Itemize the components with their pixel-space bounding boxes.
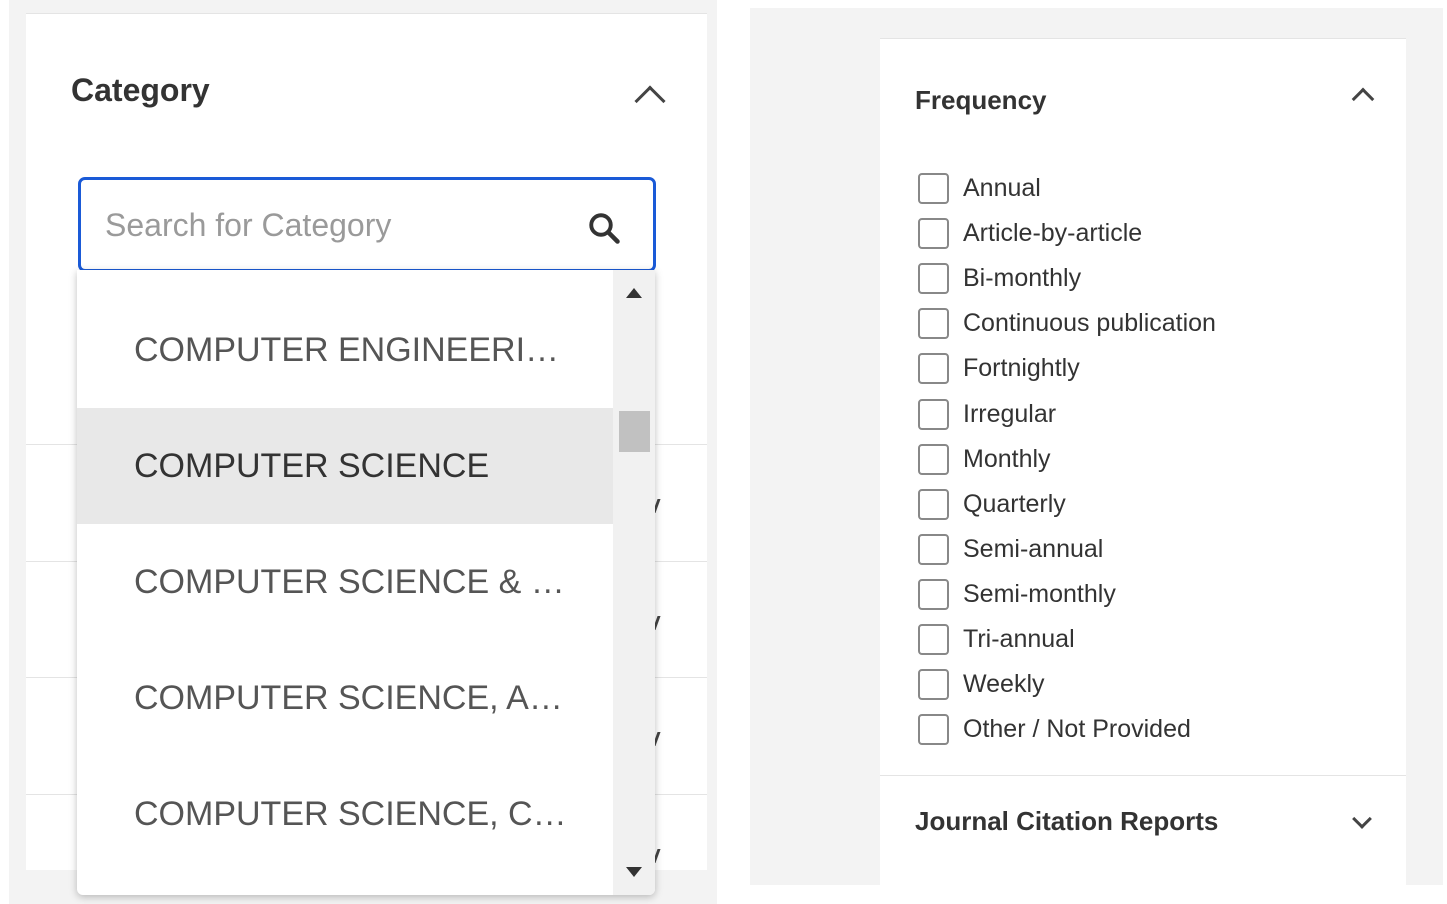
category-option[interactable]: COMPUTER SCIENCE & ENGINEERING bbox=[77, 524, 613, 640]
frequency-option[interactable]: Semi-annual bbox=[918, 527, 1216, 572]
category-option-label: COMPUTER ENGINEERING bbox=[134, 330, 574, 369]
checkbox[interactable] bbox=[918, 623, 949, 655]
frequency-option-label: Article-by-article bbox=[963, 219, 1143, 248]
category-option[interactable]: COMPUTER SCIENCE bbox=[77, 408, 613, 524]
frequency-option-label: Other / Not Provided bbox=[963, 715, 1191, 744]
checkbox[interactable] bbox=[918, 714, 949, 746]
frequency-option[interactable]: Tri-annual bbox=[918, 617, 1216, 662]
section-divider bbox=[880, 775, 1406, 776]
frequency-option-label: Irregular bbox=[963, 399, 1057, 428]
category-option-label: COMPUTER SCIENCE, ARTIFICIAL INTELLIGENC… bbox=[134, 678, 574, 717]
frequency-option[interactable]: Semi-monthly bbox=[918, 572, 1216, 617]
chevron-up-icon[interactable] bbox=[1351, 87, 1375, 111]
scroll-down-arrow-icon[interactable] bbox=[626, 867, 642, 877]
category-option[interactable]: COMPUTER SCIENCE, ARTIFICIAL INTELLIGENC… bbox=[77, 640, 613, 756]
frequency-title: Frequency bbox=[915, 85, 1047, 115]
search-icon[interactable] bbox=[586, 210, 622, 246]
category-option[interactable]: COMPUTER SCIENCE, CYBERNETICS bbox=[77, 756, 613, 872]
frequency-option[interactable]: Monthly bbox=[918, 437, 1216, 482]
category-options-list: COMPUTER ENGINEERING COMPUTER SCIENCE CO… bbox=[77, 292, 613, 872]
checkbox[interactable] bbox=[918, 578, 949, 610]
frequency-option[interactable]: Quarterly bbox=[918, 482, 1216, 527]
chevron-up-icon[interactable] bbox=[634, 85, 666, 117]
checkbox[interactable] bbox=[918, 398, 949, 430]
frequency-option[interactable]: Bi-monthly bbox=[918, 256, 1216, 301]
frequency-option-label: Annual bbox=[963, 174, 1041, 203]
chevron-down-icon[interactable] bbox=[1352, 809, 1372, 829]
frequency-option-label: Semi-annual bbox=[963, 534, 1104, 563]
checkbox[interactable] bbox=[918, 533, 949, 565]
checkbox[interactable] bbox=[918, 218, 949, 250]
category-title: Category bbox=[71, 72, 210, 108]
scrollbar-thumb[interactable] bbox=[619, 411, 650, 452]
frequency-option-label: Fortnightly bbox=[963, 354, 1080, 383]
dropdown-scrollbar[interactable] bbox=[613, 270, 655, 895]
checkbox[interactable] bbox=[918, 353, 949, 385]
category-search-input[interactable] bbox=[105, 202, 565, 248]
frequency-option[interactable]: Continuous publication bbox=[918, 301, 1216, 346]
checkbox[interactable] bbox=[918, 263, 949, 295]
category-option[interactable]: COMPUTER ENGINEERING bbox=[77, 292, 613, 408]
category-option-label: COMPUTER SCIENCE bbox=[134, 446, 490, 485]
frequency-filter-panel: Frequency Annual Article-by-article Bi-m… bbox=[750, 8, 1443, 885]
frequency-option[interactable]: Annual bbox=[918, 166, 1216, 211]
category-dropdown: COMPUTER ENGINEERING COMPUTER SCIENCE CO… bbox=[77, 270, 655, 895]
frequency-option-label: Tri-annual bbox=[963, 624, 1075, 653]
frequency-option[interactable]: Other / Not Provided bbox=[918, 707, 1216, 752]
category-option-label: COMPUTER SCIENCE & ENGINEERING bbox=[134, 562, 574, 601]
checkbox[interactable] bbox=[918, 173, 949, 205]
checkbox[interactable] bbox=[918, 443, 949, 475]
frequency-filter-card: Frequency Annual Article-by-article Bi-m… bbox=[880, 38, 1406, 885]
category-filter-panel: Category COMPUTER ENGINEERING COMPUTER S… bbox=[9, 0, 717, 904]
frequency-option-label: Semi-monthly bbox=[963, 579, 1116, 608]
frequency-option[interactable]: Irregular bbox=[918, 391, 1216, 436]
frequency-option[interactable]: Weekly bbox=[918, 662, 1216, 707]
frequency-option-label: Bi-monthly bbox=[963, 264, 1082, 293]
frequency-option-label: Weekly bbox=[963, 670, 1045, 699]
frequency-option[interactable]: Fortnightly bbox=[918, 346, 1216, 391]
frequency-option-label: Monthly bbox=[963, 444, 1051, 473]
frequency-option-label: Continuous publication bbox=[963, 309, 1216, 338]
checkbox[interactable] bbox=[918, 308, 949, 340]
scroll-up-arrow-icon[interactable] bbox=[626, 288, 642, 298]
jcr-section-title[interactable]: Journal Citation Reports bbox=[915, 806, 1218, 837]
checkbox[interactable] bbox=[918, 488, 949, 520]
frequency-option-label: Quarterly bbox=[963, 489, 1066, 518]
frequency-option[interactable]: Article-by-article bbox=[918, 211, 1216, 256]
frequency-options-list: Annual Article-by-article Bi-monthly Con… bbox=[918, 166, 1216, 752]
category-option-label: COMPUTER SCIENCE, CYBERNETICS bbox=[134, 794, 574, 833]
checkbox[interactable] bbox=[918, 669, 949, 701]
category-search-box[interactable] bbox=[78, 177, 656, 272]
